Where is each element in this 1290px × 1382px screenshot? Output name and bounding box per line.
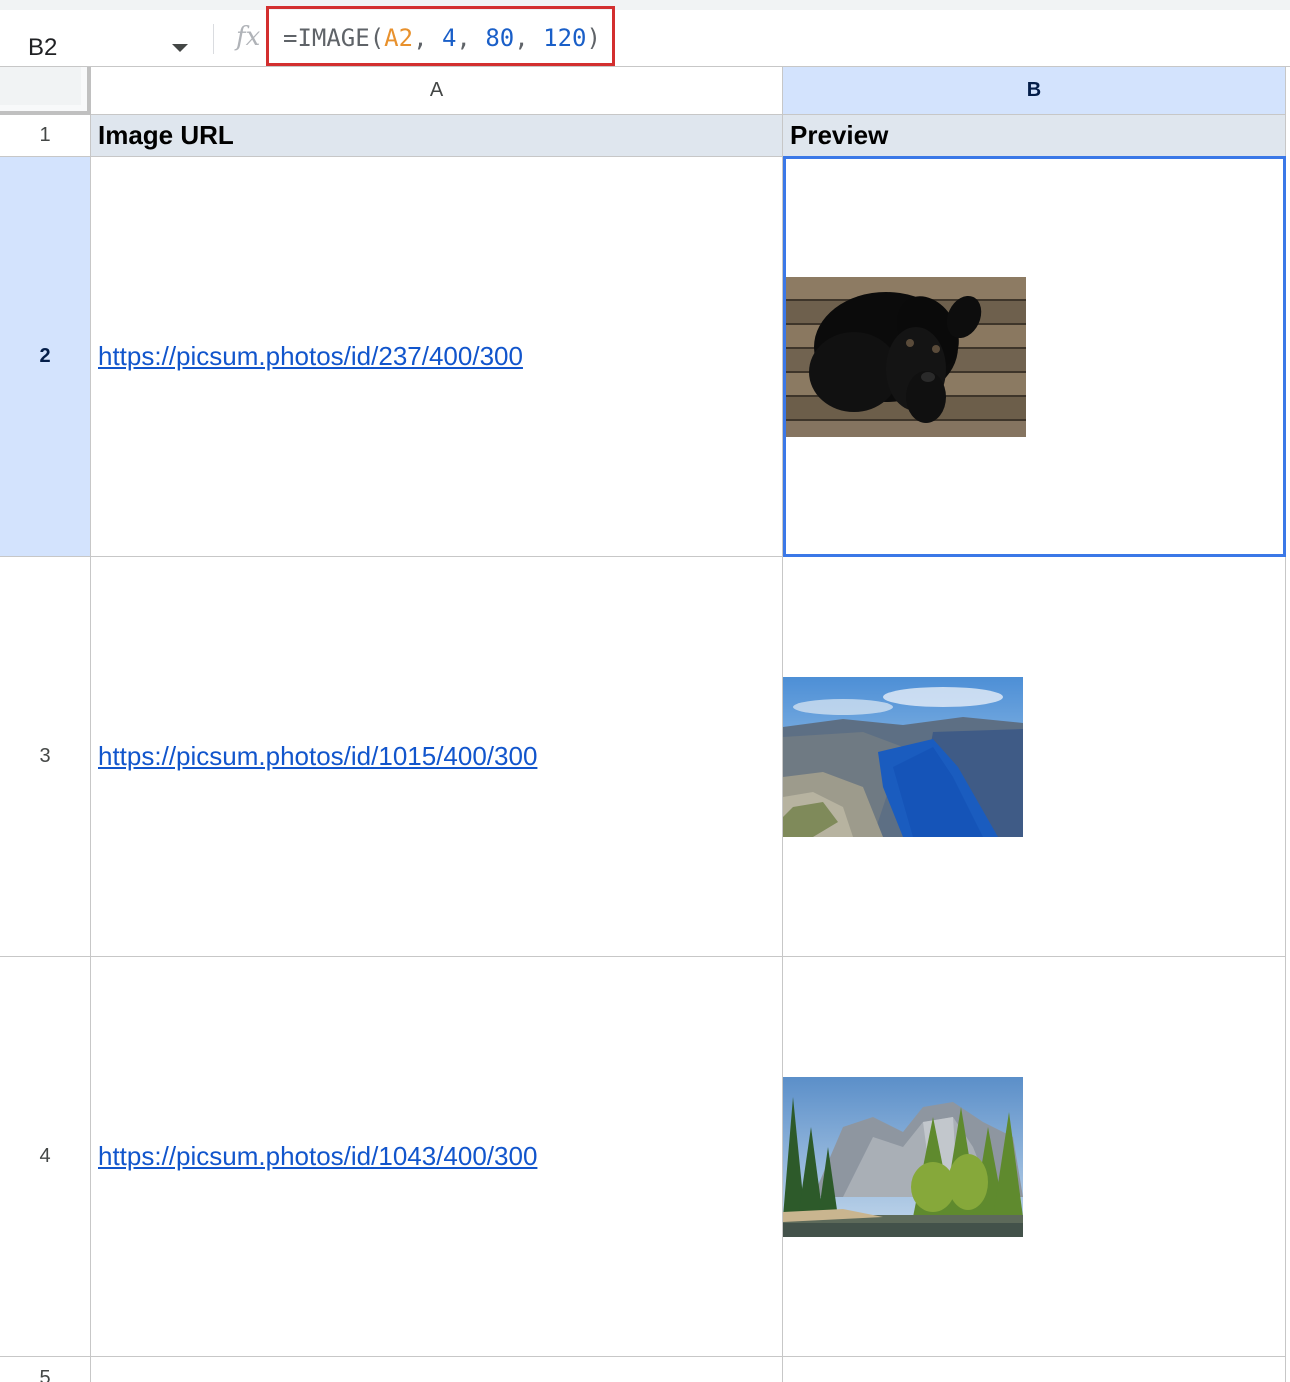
formula-width-arg: 120 (543, 24, 587, 52)
cell-b1[interactable]: Preview (783, 115, 1286, 157)
preview-image (783, 1077, 1023, 1237)
image-url-link[interactable]: https://picsum.photos/id/1043/400/300 (98, 957, 537, 1356)
cell-a1[interactable]: Image URL (91, 115, 783, 157)
row-header-2[interactable]: 2 (0, 157, 91, 557)
header-preview: Preview (790, 120, 889, 150)
column-header-a[interactable]: A (91, 67, 783, 115)
formula-ref: A2 (384, 24, 414, 52)
row-header-1[interactable]: 1 (0, 115, 91, 157)
row-header-4[interactable]: 4 (0, 957, 91, 1357)
corner-fill (0, 67, 81, 105)
cell-b3[interactable] (783, 557, 1286, 957)
image-url-link[interactable]: https://picsum.photos/id/237/400/300 (98, 157, 523, 556)
image-url-link[interactable]: https://picsum.photos/id/1015/400/300 (98, 557, 537, 956)
cell-a5[interactable] (91, 1357, 783, 1382)
cell-a4[interactable]: https://picsum.photos/id/1043/400/300 (91, 957, 783, 1357)
chevron-down-icon[interactable] (172, 44, 188, 52)
formula-bar: B2 fx =IMAGE(A2, 4, 80, 120) (0, 0, 1290, 67)
column-header-b[interactable]: B (783, 67, 1286, 115)
formula-height-arg: 80 (485, 24, 515, 52)
name-box-value[interactable]: B2 (28, 36, 57, 60)
select-all-corner[interactable] (0, 67, 91, 115)
toolbar-strip (0, 0, 1290, 10)
row-header-3[interactable]: 3 (0, 557, 91, 957)
black-puppy-image (786, 277, 1026, 437)
formula-input[interactable]: =IMAGE(A2, 4, 80, 120) (283, 24, 601, 52)
formula-prefix: =IMAGE( (283, 24, 385, 52)
formula-suffix: ) (586, 24, 601, 52)
fx-icon: fx (236, 22, 261, 52)
cell-b5[interactable] (783, 1357, 1286, 1382)
preview-image (786, 277, 1026, 437)
row-header-5[interactable]: 5 (0, 1357, 91, 1382)
cell-b4[interactable] (783, 957, 1286, 1357)
formula-mode-arg: 4 (441, 24, 457, 52)
preview-image (783, 677, 1023, 837)
name-box[interactable]: B2 (0, 10, 213, 66)
formula-separator: , (514, 24, 544, 52)
formula-separator: , (456, 24, 486, 52)
header-image-url: Image URL (98, 120, 234, 150)
fjord-river-image (783, 677, 1023, 837)
formula-separator: , (413, 24, 442, 52)
mountain-forest-image (783, 1077, 1023, 1237)
divider (213, 24, 214, 54)
cell-a3[interactable]: https://picsum.photos/id/1015/400/300 (91, 557, 783, 957)
cell-a2[interactable]: https://picsum.photos/id/237/400/300 (91, 157, 783, 557)
cell-b2[interactable] (783, 157, 1286, 557)
